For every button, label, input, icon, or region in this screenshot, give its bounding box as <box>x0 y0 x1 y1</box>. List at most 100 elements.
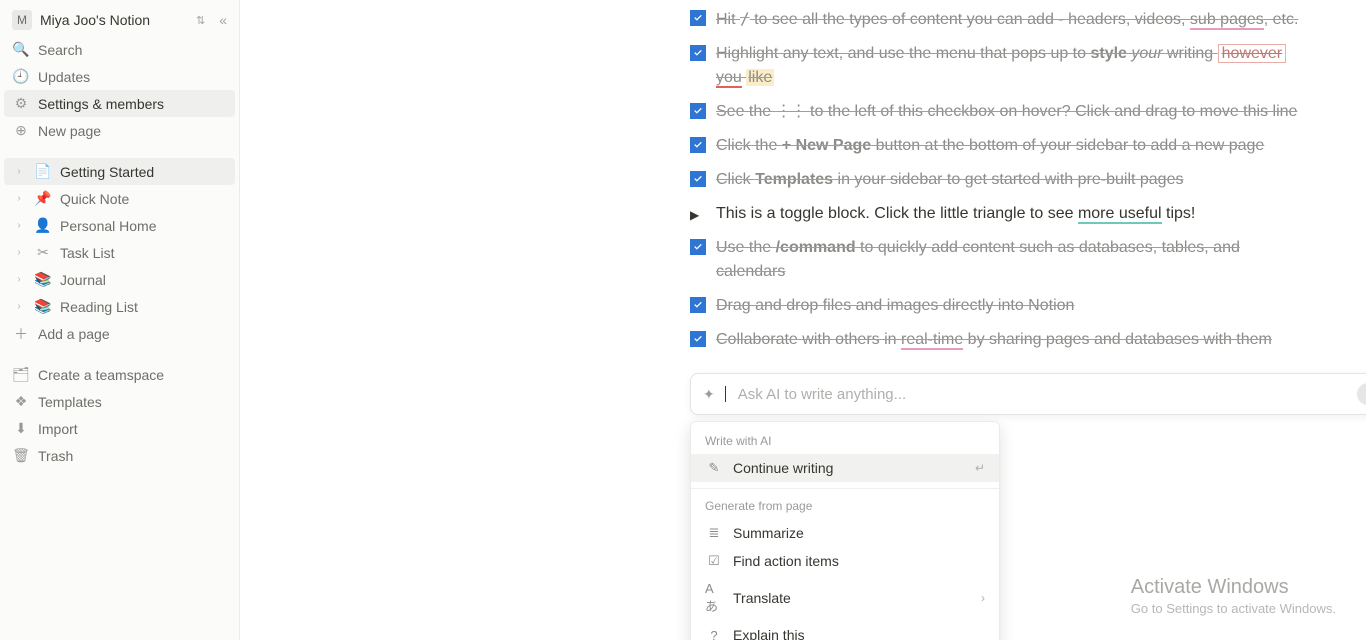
sidebar-item-templates[interactable]: ❖Templates <box>4 388 235 415</box>
sidebar-item-label: Updates <box>38 69 90 85</box>
trash-icon: 🗑 <box>12 447 30 464</box>
menu-item-label: Find action items <box>733 553 839 569</box>
send-icon[interactable] <box>1357 383 1366 405</box>
watermark-title: Activate Windows <box>1131 576 1336 599</box>
question-icon: ? <box>705 628 723 640</box>
sidebar-item-reading-list[interactable]: › 📚 Reading List <box>4 293 235 320</box>
add-page[interactable]: ＋ Add a page <box>4 320 235 347</box>
clock-icon: 🕘 <box>12 68 30 85</box>
ai-menu-section-header: Generate from page <box>691 495 999 519</box>
ai-menu-section-header: Write with AI <box>691 430 999 454</box>
person-icon: 👤 <box>34 217 52 234</box>
sidebar-item-create-a-teamspace[interactable]: 🗂 Create a teamspace <box>4 361 235 388</box>
enter-icon: ↵ <box>975 461 985 475</box>
templates-icon: ❖ <box>12 393 30 410</box>
plus-icon: ＋ <box>12 324 30 344</box>
checklist-item[interactable]: Hit / to see all the types of content yo… <box>690 2 1306 37</box>
sidebar-item-label: New page <box>38 123 101 139</box>
sidebar-item-updates[interactable]: 🕘 Updates <box>4 63 235 90</box>
ai-menu-item-summarize[interactable]: ≣ Summarize <box>691 519 999 547</box>
gear-icon: ⚙ <box>12 95 30 112</box>
sparkle-icon: ✦ <box>703 386 715 403</box>
book-icon: 📚 <box>34 298 52 315</box>
sidebar-item-label: Create a teamspace <box>38 367 164 383</box>
doc-icon: 📄 <box>34 163 52 180</box>
checklist-text: Use the /command to quickly add content … <box>716 236 1306 284</box>
sidebar-item-label: Search <box>38 42 82 58</box>
scissors-icon: ✂ <box>34 244 52 261</box>
windows-activation-watermark: Activate Windows Go to Settings to activ… <box>1131 576 1336 616</box>
ai-menu-item-translate[interactable]: AあTranslate› <box>691 575 999 621</box>
search-icon: 🔍 <box>12 41 30 58</box>
teamspace-icon: 🗂 <box>12 366 30 383</box>
list-icon: ≣ <box>705 525 723 541</box>
menu-separator <box>691 488 999 489</box>
sidebar-item-quick-note[interactable]: ›📌Quick Note <box>4 185 235 212</box>
checklist-item[interactable]: Drag and drop files and images directly … <box>690 289 1306 323</box>
checklist-text: Click the + New Page button at the botto… <box>716 134 1264 158</box>
checklist-icon: ☑ <box>705 553 723 569</box>
checkbox-checked-icon[interactable] <box>690 239 706 255</box>
toggle-text: This is a toggle block. Click the little… <box>716 202 1195 226</box>
menu-item-label: Summarize <box>733 525 804 541</box>
sidebar-item-task-list[interactable]: ›✂Task List <box>4 239 235 266</box>
checkbox-checked-icon[interactable] <box>690 45 706 61</box>
chevron-right-icon[interactable]: › <box>12 193 26 204</box>
checklist-text: See the ⋮⋮ to the left of this checkbox … <box>716 100 1297 124</box>
chevron-right-icon[interactable]: › <box>12 166 26 177</box>
workspace-avatar: M <box>12 10 32 30</box>
pin-icon: 📌 <box>34 190 52 207</box>
sidebar-item-label: Getting Started <box>60 164 154 180</box>
checkbox-checked-icon[interactable] <box>690 297 706 313</box>
checklist-text: Drag and drop files and images directly … <box>716 294 1074 318</box>
ai-input[interactable] <box>738 386 1347 403</box>
sidebar-item-new-page[interactable]: ⊕New page <box>4 117 235 144</box>
ai-input-bar[interactable]: ✦ <box>690 373 1366 415</box>
checklist-item[interactable]: Use the /command to quickly add content … <box>690 231 1306 289</box>
sidebar-item-journal[interactable]: ›📚Journal <box>4 266 235 293</box>
checkbox-checked-icon[interactable] <box>690 331 706 347</box>
toggle-block[interactable]: ▶ This is a toggle block. Click the littl… <box>690 197 1306 231</box>
checklist-item[interactable]: Collaborate with others in real-time by … <box>690 323 1306 357</box>
checkbox-checked-icon[interactable] <box>690 103 706 119</box>
menu-item-label: Translate <box>733 590 791 606</box>
ai-menu-item-explain-this[interactable]: ? Explain this <box>691 621 999 640</box>
sidebar-item-getting-started[interactable]: › 📄 Getting Started <box>4 158 235 185</box>
checkbox-checked-icon[interactable] <box>690 137 706 153</box>
sidebar-item-label: Trash <box>38 448 73 464</box>
toggle-triangle-icon[interactable]: ▶ <box>690 206 706 224</box>
text-caret <box>725 386 726 402</box>
sidebar-item-import[interactable]: ⬇Import <box>4 415 235 442</box>
sidebar-item-personal-home[interactable]: › 👤 Personal Home <box>4 212 235 239</box>
ai-menu-item-continue-writing[interactable]: ✎Continue writing↵ <box>691 454 999 482</box>
sidebar-item-search[interactable]: 🔍 Search <box>4 36 235 63</box>
checkbox-checked-icon[interactable] <box>690 10 706 26</box>
checklist-text: Highlight any text, and use the menu tha… <box>716 42 1306 90</box>
ai-menu-item-find-action-items[interactable]: ☑ Find action items <box>691 547 999 575</box>
sidebar-item-label: Import <box>38 421 78 437</box>
chevron-right-icon[interactable]: › <box>12 274 26 285</box>
checklist-item[interactable]: Click Templates in your sidebar to get s… <box>690 163 1306 197</box>
checkbox-checked-icon[interactable] <box>690 171 706 187</box>
chevron-updown-icon[interactable]: ⇅ <box>196 14 205 27</box>
checklist-item[interactable]: Click the + New Page button at the botto… <box>690 129 1306 163</box>
checklist-text: Click Templates in your sidebar to get s… <box>716 168 1183 192</box>
chevron-right-icon[interactable]: › <box>12 247 26 258</box>
sidebar-item-label: Reading List <box>60 299 138 315</box>
sidebar-item-trash[interactable]: 🗑 Trash <box>4 442 235 469</box>
chevron-right-icon[interactable]: › <box>12 301 26 312</box>
translate-icon: Aあ <box>705 581 723 615</box>
sidebar-item-label: Settings & members <box>38 96 164 112</box>
sidebar-item-label: Journal <box>60 272 106 288</box>
checklist-text: Hit / to see all the types of content yo… <box>716 7 1298 32</box>
sidebar: M Miya Joo's Notion ⇅ « 🔍 Search 🕘 Updates ⚙… <box>0 0 240 640</box>
sidebar-item-label: Personal Home <box>60 218 157 234</box>
checklist-item[interactable]: See the ⋮⋮ to the left of this checkbox … <box>690 95 1306 129</box>
checklist-item[interactable]: Highlight any text, and use the menu tha… <box>690 37 1306 95</box>
menu-item-label: Explain this <box>733 627 805 640</box>
chevron-right-icon[interactable]: › <box>12 220 26 231</box>
sidebar-item-settings-members[interactable]: ⚙ Settings & members <box>4 90 235 117</box>
collapse-sidebar-icon[interactable]: « <box>219 12 227 28</box>
workspace-switcher[interactable]: M Miya Joo's Notion ⇅ « <box>4 6 235 34</box>
pencil-icon: ✎ <box>705 460 723 476</box>
